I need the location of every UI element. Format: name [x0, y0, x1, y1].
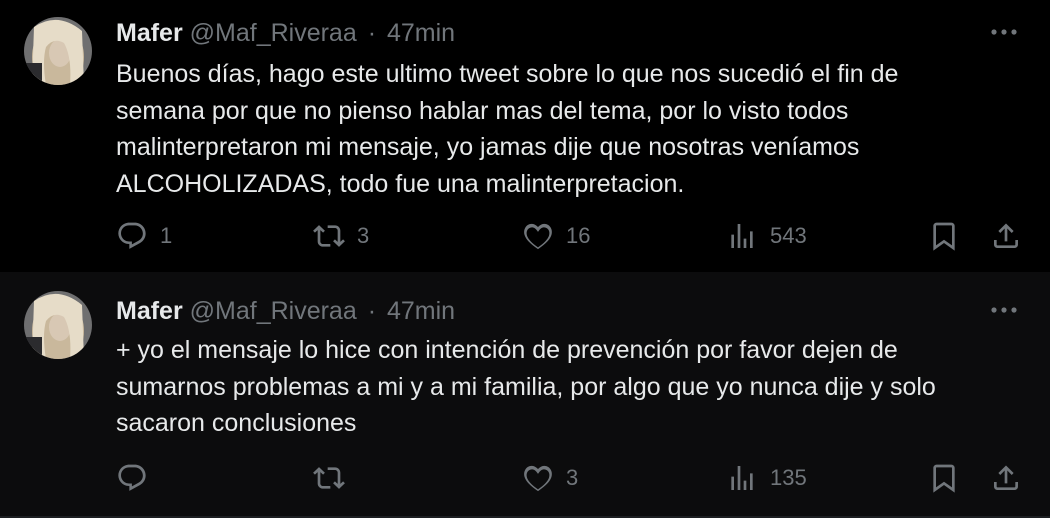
retweet-count: 3: [357, 223, 370, 248]
tweet-timestamp[interactable]: 47min: [387, 19, 455, 47]
retweet-icon: [313, 225, 345, 247]
retweet-button[interactable]: [313, 458, 357, 498]
like-button[interactable]: 3: [522, 458, 578, 498]
tweet-text: + yo el mensaje lo hice con intención de…: [116, 336, 936, 437]
views-button[interactable]: 543: [726, 216, 807, 256]
avatar[interactable]: [24, 291, 92, 359]
separator-dot: ·: [367, 19, 377, 47]
tweet-timestamp[interactable]: 47min: [387, 297, 455, 325]
more-dots-icon: [991, 307, 1017, 313]
share-icon: [994, 465, 1018, 490]
views-button[interactable]: 135: [726, 458, 807, 498]
reply-button[interactable]: 1: [116, 216, 172, 256]
reply-icon: [118, 464, 146, 491]
tweet[interactable]: Mafer @Maf_Riveraa · 47min + yo el mensa…: [0, 272, 1050, 516]
tweet-header: Mafer @Maf_Riveraa · 47min: [116, 296, 455, 326]
bookmark-icon: [933, 464, 955, 493]
reply-count: 1: [160, 223, 173, 248]
author-name[interactable]: Mafer: [116, 19, 183, 47]
retweet-button[interactable]: 3: [313, 216, 369, 256]
author-name[interactable]: Mafer: [116, 297, 183, 325]
reply-button[interactable]: [116, 458, 160, 498]
like-count: 3: [566, 465, 579, 490]
bookmark-icon: [933, 222, 955, 251]
views-chart-icon: [731, 224, 753, 248]
more-dots-icon: [991, 29, 1017, 35]
heart-icon: [524, 223, 552, 250]
more-options-button[interactable]: [988, 16, 1020, 48]
author-handle[interactable]: @Maf_Riveraa: [190, 19, 357, 47]
share-button[interactable]: [990, 458, 1022, 498]
share-icon: [994, 223, 1018, 248]
tweet-actions: 1 3 16 543: [0, 216, 1050, 256]
reply-icon: [118, 222, 146, 249]
tweet[interactable]: Mafer @Maf_Riveraa · 47min Buenos días, …: [0, 0, 1050, 272]
retweet-icon: [313, 467, 345, 489]
more-options-button[interactable]: [988, 294, 1020, 326]
like-count: 16: [566, 223, 591, 248]
tweet-actions: 3 135: [0, 458, 1050, 498]
tweet-text: Buenos días, hago este ultimo tweet sobr…: [116, 60, 899, 198]
author-handle[interactable]: @Maf_Riveraa: [190, 297, 357, 325]
like-button[interactable]: 16: [522, 216, 590, 256]
bookmark-button[interactable]: [928, 458, 960, 498]
heart-icon: [524, 465, 552, 492]
avatar[interactable]: [24, 17, 92, 85]
views-count: 135: [770, 465, 807, 490]
separator-dot: ·: [367, 297, 377, 325]
views-count: 543: [770, 223, 807, 248]
bookmark-button[interactable]: [928, 216, 960, 256]
tweet-header: Mafer @Maf_Riveraa · 47min: [116, 18, 455, 48]
share-button[interactable]: [990, 216, 1022, 256]
views-chart-icon: [731, 466, 753, 490]
